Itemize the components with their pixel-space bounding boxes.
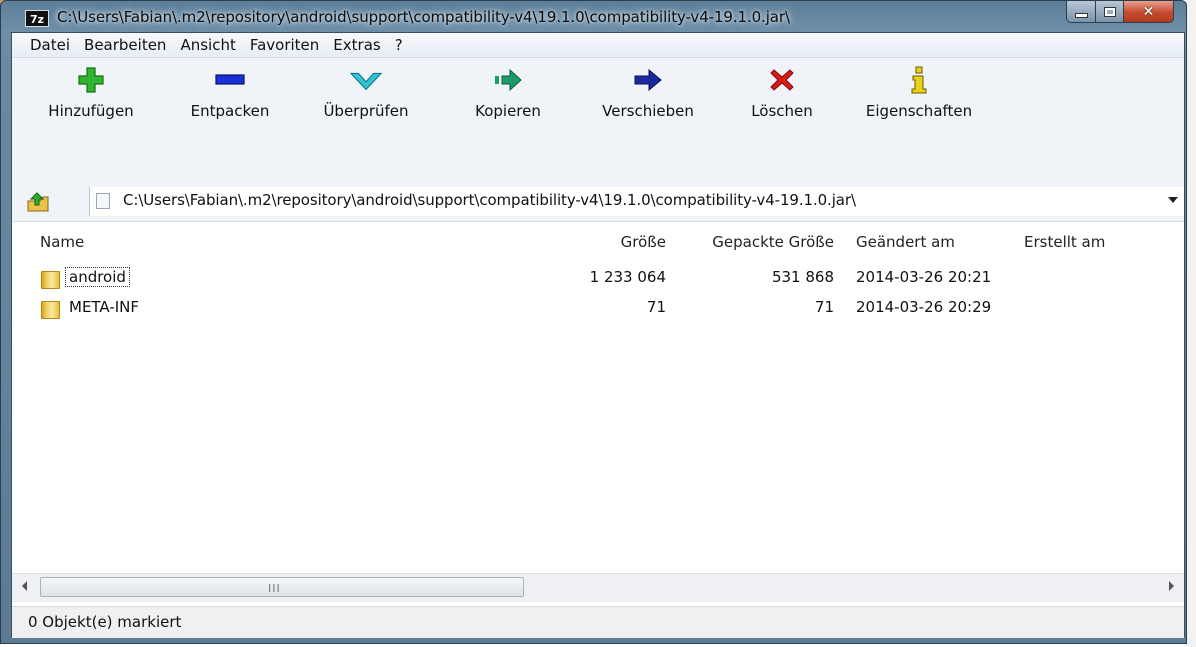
column-created[interactable]: Erstellt am	[1024, 233, 1105, 251]
menu-help[interactable]: ?	[395, 36, 403, 54]
table-row[interactable]: META-INF 71 71 2014-03-26 20:29	[12, 293, 1184, 323]
status-text: 0 Objekt(e) markiert	[28, 613, 182, 631]
path-text: C:\Users\Fabian\.m2\repository\android\s…	[123, 191, 856, 209]
move-label: Verschieben	[602, 102, 694, 120]
close-button[interactable]: ✕	[1124, 1, 1174, 23]
minus-icon	[214, 64, 246, 96]
scroll-left-icon[interactable]	[22, 581, 27, 591]
table-row[interactable]: android 1 233 064 531 868 2014-03-26 20:…	[12, 263, 1184, 293]
scrollbar-grip: III	[268, 582, 281, 595]
maximize-button[interactable]	[1096, 1, 1124, 23]
address-bar: C:\Users\Fabian\.m2\repository\android\s…	[12, 182, 1184, 222]
plus-icon	[75, 64, 107, 96]
file-name: android	[65, 267, 130, 287]
status-bar: 0 Objekt(e) markiert	[12, 606, 1184, 638]
maximize-icon	[1103, 6, 1116, 17]
horizontal-scrollbar[interactable]: III	[12, 573, 1184, 602]
column-modified[interactable]: Geändert am	[856, 233, 955, 251]
move-arrow-icon	[632, 64, 664, 96]
checkmark-icon	[350, 64, 382, 96]
dropdown-arrow-icon[interactable]	[1168, 197, 1178, 203]
path-input[interactable]: C:\Users\Fabian\.m2\repository\android\s…	[89, 187, 1184, 216]
copy-label: Kopieren	[475, 102, 541, 120]
scrollbar-thumb[interactable]: III	[40, 577, 524, 597]
document-icon	[96, 193, 110, 209]
copy-button[interactable]: Kopieren	[460, 64, 556, 130]
add-label: Hinzufügen	[48, 102, 134, 120]
folder-icon	[41, 271, 60, 289]
title-bar[interactable]: 7z C:\Users\Fabian\.m2\repository\androi…	[1, 1, 1186, 33]
column-header: Name Größe Gepackte Größe Geändert am Er…	[12, 223, 1184, 261]
minimize-button[interactable]	[1066, 1, 1096, 23]
up-folder-icon	[27, 192, 49, 212]
archive-window: 7z C:\Users\Fabian\.m2\repository\androi…	[0, 0, 1187, 644]
close-icon: ✕	[1142, 3, 1155, 20]
menu-favoriten[interactable]: Favoriten	[250, 36, 319, 54]
column-name[interactable]: Name	[40, 233, 84, 251]
file-packed-size: 531 868	[771, 268, 834, 286]
delete-x-icon	[766, 64, 798, 96]
menu-bearbeiten[interactable]: Bearbeiten	[84, 36, 166, 54]
menu-bar: Datei Bearbeiten Ansicht Favoriten Extra…	[12, 33, 1184, 58]
menu-ansicht[interactable]: Ansicht	[180, 36, 235, 54]
client-area: Datei Bearbeiten Ansicht Favoriten Extra…	[11, 32, 1185, 638]
window-title: C:\Users\Fabian\.m2\repository\android\s…	[57, 8, 790, 26]
file-modified: 2014-03-26 20:29	[856, 298, 992, 316]
copy-arrow-icon	[492, 64, 524, 96]
column-size[interactable]: Größe	[621, 233, 666, 251]
file-modified: 2014-03-26 20:21	[856, 268, 992, 286]
file-name-text: android	[65, 267, 130, 287]
file-size: 71	[646, 298, 666, 316]
delete-button[interactable]: Löschen	[732, 64, 832, 130]
window-controls: ✕	[1066, 1, 1174, 23]
file-size: 1 233 064	[589, 268, 666, 286]
menu-extras[interactable]: Extras	[333, 36, 380, 54]
properties-label: Eigenschaften	[865, 102, 973, 120]
up-folder-button[interactable]	[26, 191, 50, 213]
menu-datei[interactable]: Datei	[30, 36, 70, 54]
file-list: Name Größe Gepackte Größe Geändert am Er…	[12, 223, 1184, 573]
column-packed-size[interactable]: Gepackte Größe	[712, 233, 834, 251]
extract-label: Entpacken	[190, 102, 270, 120]
folder-icon	[41, 301, 60, 319]
properties-button[interactable]: Eigenschaften	[852, 64, 986, 130]
file-name: META-INF	[69, 298, 140, 316]
file-packed-size: 71	[814, 298, 834, 316]
delete-label: Löschen	[751, 102, 813, 120]
test-button[interactable]: Überprüfen	[310, 64, 422, 130]
move-button[interactable]: Verschieben	[586, 64, 710, 130]
add-button[interactable]: Hinzufügen	[36, 64, 146, 130]
scroll-right-icon[interactable]	[1169, 581, 1174, 591]
7zip-app-icon[interactable]: 7z	[25, 10, 49, 27]
extract-button[interactable]: Entpacken	[180, 64, 280, 130]
info-icon	[903, 64, 935, 96]
minimize-icon	[1074, 12, 1088, 18]
test-label: Überprüfen	[323, 102, 409, 120]
